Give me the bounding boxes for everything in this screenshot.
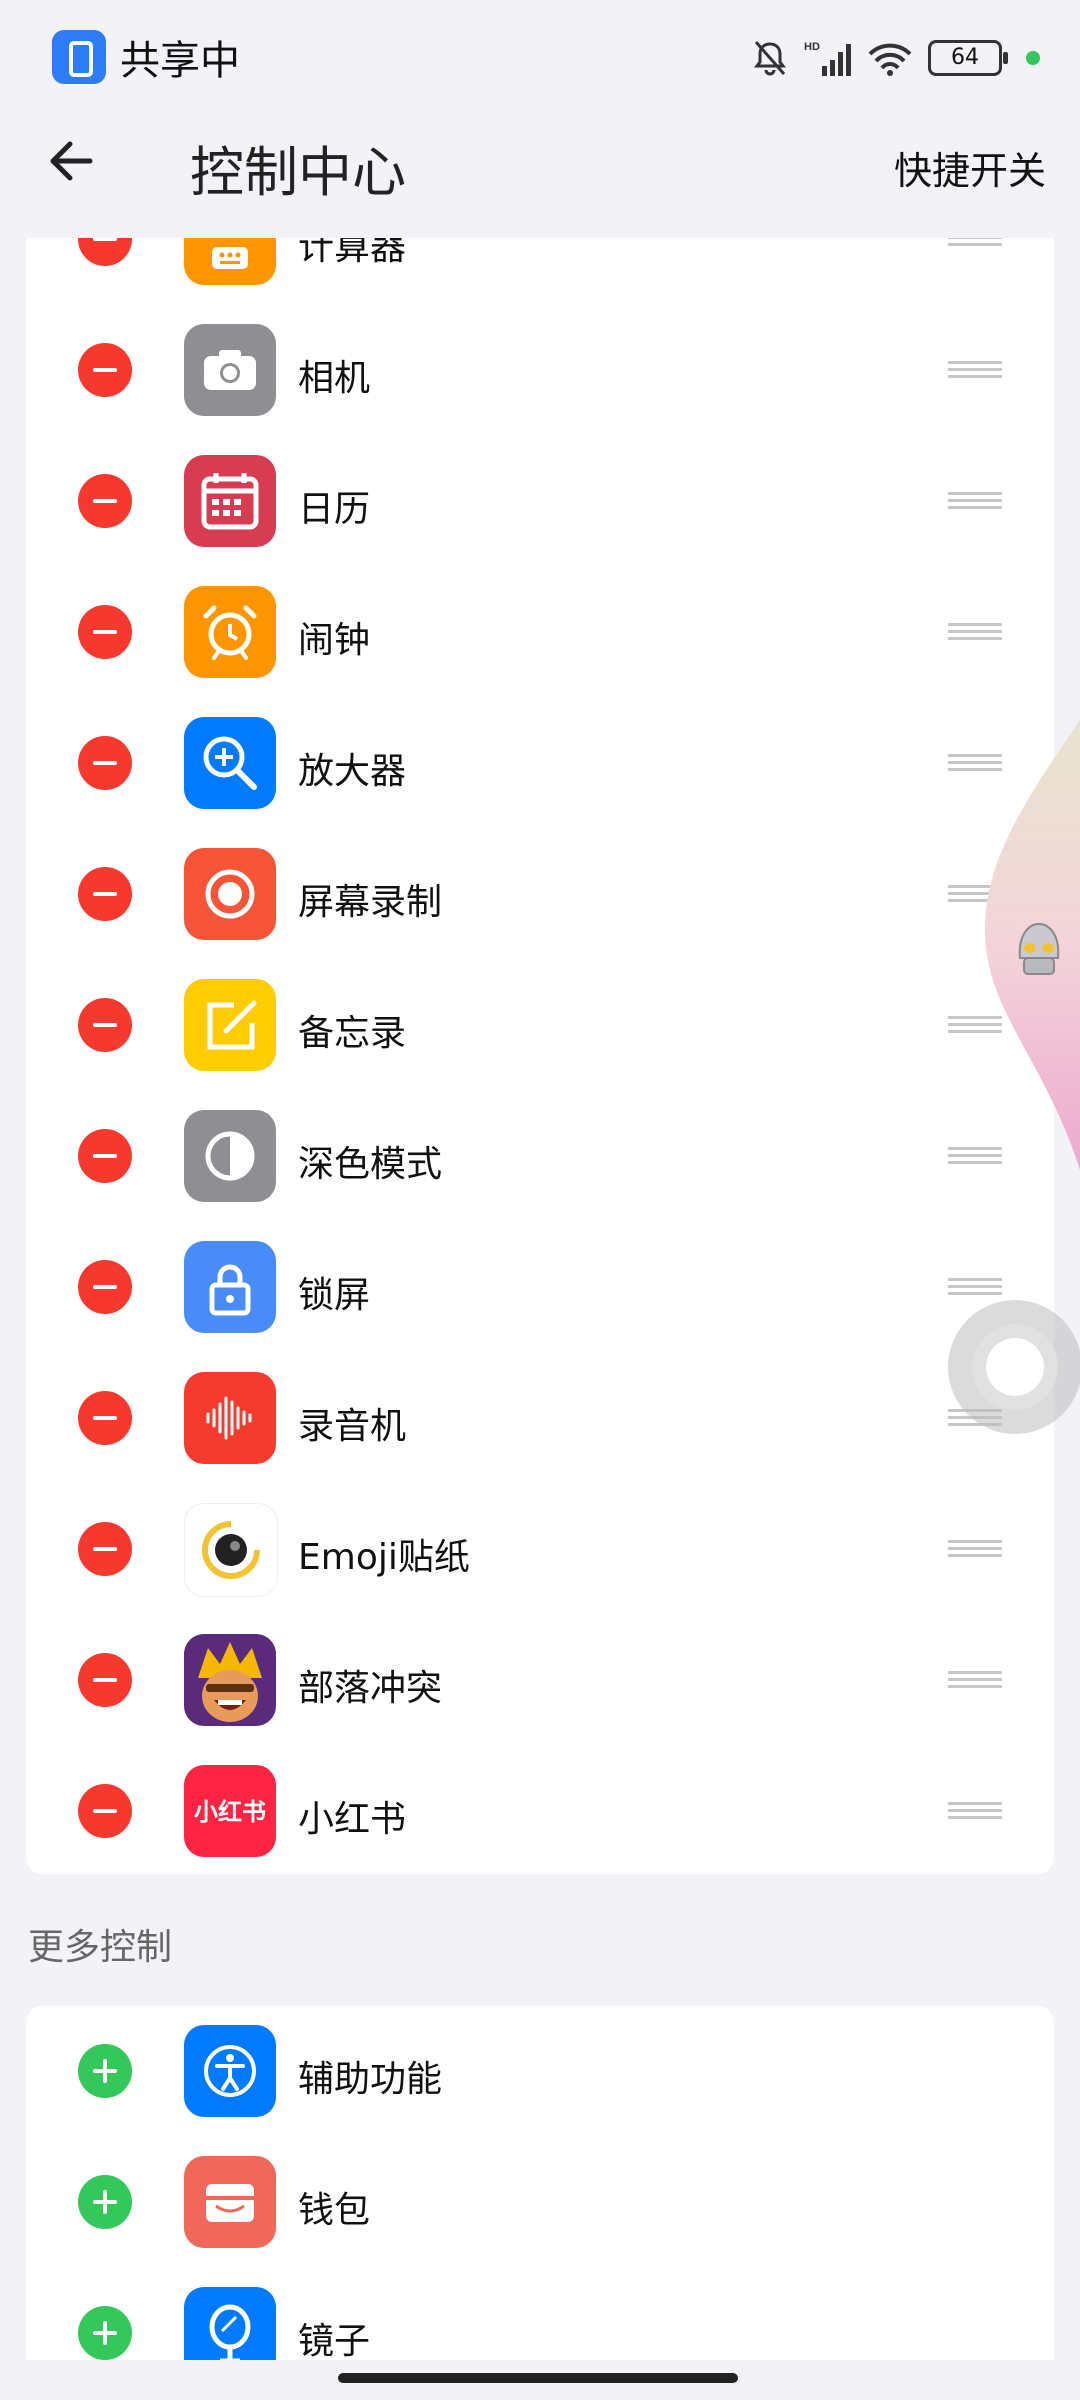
status-bar: 共享中 HD 64 — [0, 0, 1080, 112]
item-label: 放大器 — [298, 751, 407, 792]
remove-button[interactable] — [78, 1260, 132, 1314]
item-label: 计算器 — [298, 238, 407, 268]
remove-button[interactable] — [78, 1653, 132, 1707]
list-item-accessibility: 辅助功能 — [26, 2006, 1054, 2137]
robot-mascot-icon[interactable] — [1010, 918, 1068, 980]
remove-button[interactable] — [78, 1129, 132, 1183]
add-button[interactable] — [78, 2306, 132, 2360]
item-label: 屏幕录制 — [298, 882, 443, 923]
magnifier-icon — [184, 717, 276, 809]
item-label: 锁屏 — [298, 1275, 371, 1316]
drag-handle[interactable] — [948, 238, 1002, 249]
list-item-notes: 备忘录 — [26, 960, 1054, 1091]
list-item-recorder: 录音机 — [26, 1353, 1054, 1484]
item-label: 辅助功能 — [298, 2059, 443, 2100]
alarm-icon — [184, 586, 276, 678]
drag-handle[interactable] — [948, 492, 1002, 512]
list-item-clash-of-clans: 部落冲突 — [26, 1615, 1054, 1746]
xiaohongshu-icon-text: 小红书 — [194, 1798, 266, 1826]
remove-button[interactable] — [78, 343, 132, 397]
add-button[interactable] — [78, 2175, 132, 2229]
item-label: 日历 — [298, 489, 371, 530]
enabled-controls-list: 计算器 相机 日历 闹钟 放大器 屏幕录制 备忘录 深色模式 锁屏 录音机 Em… — [26, 238, 1054, 1874]
item-label: 备忘录 — [298, 1013, 407, 1054]
item-label: 录音机 — [298, 1406, 407, 1447]
page-title: 控制中心 — [190, 141, 406, 204]
calendar-icon — [184, 455, 276, 547]
mirror-icon — [184, 2287, 276, 2360]
screen-record-icon — [184, 848, 276, 940]
emoji-sticker-icon — [184, 1503, 278, 1597]
drag-handle[interactable] — [948, 623, 1002, 643]
drag-handle[interactable] — [948, 1540, 1002, 1560]
remove-button[interactable] — [78, 474, 132, 528]
remove-button[interactable] — [78, 605, 132, 659]
list-item-camera: 相机 — [26, 305, 1054, 436]
assistive-touch-button[interactable] — [948, 1300, 1080, 1434]
remove-button[interactable] — [78, 1522, 132, 1576]
status-icons: HD 64 — [750, 36, 1040, 80]
item-label: 闹钟 — [298, 620, 371, 661]
list-item-wallet: 钱包 — [26, 2137, 1054, 2268]
more-controls-list: 辅助功能 钱包 镜子 — [26, 2006, 1054, 2360]
dark-mode-icon — [184, 1110, 276, 1202]
list-item-emoji-sticker: Emoji贴纸 — [26, 1484, 1054, 1615]
remove-button[interactable] — [78, 736, 132, 790]
list-item-magnifier: 放大器 — [26, 698, 1054, 829]
calculator-icon — [184, 238, 276, 285]
item-label: 深色模式 — [298, 1144, 443, 1185]
drag-handle[interactable] — [948, 1278, 1002, 1298]
xiaohongshu-icon: 小红书 — [184, 1765, 276, 1857]
bell-muted-icon — [754, 41, 786, 76]
accessibility-icon — [184, 2025, 276, 2117]
list-item-mirror: 镜子 — [26, 2268, 1054, 2360]
notes-icon — [184, 979, 276, 1071]
add-button[interactable] — [78, 2044, 132, 2098]
remove-button[interactable] — [78, 998, 132, 1052]
sharing-status: 共享中 — [120, 38, 240, 84]
drag-handle[interactable] — [948, 1802, 1002, 1822]
item-label: Emoji贴纸 — [298, 1537, 470, 1578]
clash-of-clans-icon — [184, 1634, 276, 1726]
list-item-calendar: 日历 — [26, 436, 1054, 567]
lock-icon — [184, 1241, 276, 1333]
wifi-icon — [868, 43, 912, 76]
remove-button[interactable] — [78, 1391, 132, 1445]
list-item-lock-screen: 锁屏 — [26, 1222, 1054, 1353]
drag-handle[interactable] — [948, 361, 1002, 381]
recorder-icon — [184, 1372, 276, 1464]
drag-handle[interactable] — [948, 1671, 1002, 1691]
list-item-alarm: 闹钟 — [26, 567, 1054, 698]
list-item-screen-record: 屏幕录制 — [26, 829, 1054, 960]
list-item-dark-mode: 深色模式 — [26, 1091, 1054, 1222]
hd-label: HD — [804, 41, 820, 53]
cellular-signal-icon: HD — [804, 41, 851, 76]
item-label: 小红书 — [298, 1799, 407, 1840]
battery-icon: 64 — [928, 40, 1008, 76]
remove-button[interactable] — [78, 1784, 132, 1838]
wallet-icon — [184, 2156, 276, 2248]
recording-indicator-dot — [1026, 51, 1040, 65]
camera-icon — [184, 324, 276, 416]
quick-toggles-button[interactable]: 快捷开关 — [894, 140, 1046, 195]
remove-button[interactable] — [78, 867, 132, 921]
item-label: 相机 — [298, 358, 371, 399]
more-controls-heading: 更多控制 — [28, 1927, 173, 1968]
back-arrow-icon[interactable] — [40, 128, 106, 194]
item-label: 钱包 — [298, 2190, 371, 2231]
item-label: 部落冲突 — [298, 1668, 443, 1709]
home-indicator[interactable] — [338, 2373, 738, 2383]
list-item-calculator: 计算器 — [26, 238, 1054, 305]
screen-share-icon — [52, 30, 106, 84]
item-label: 镜子 — [298, 2321, 371, 2360]
remove-button[interactable] — [78, 238, 132, 266]
list-item-xiaohongshu: 小红书 小红书 — [26, 1746, 1054, 1874]
